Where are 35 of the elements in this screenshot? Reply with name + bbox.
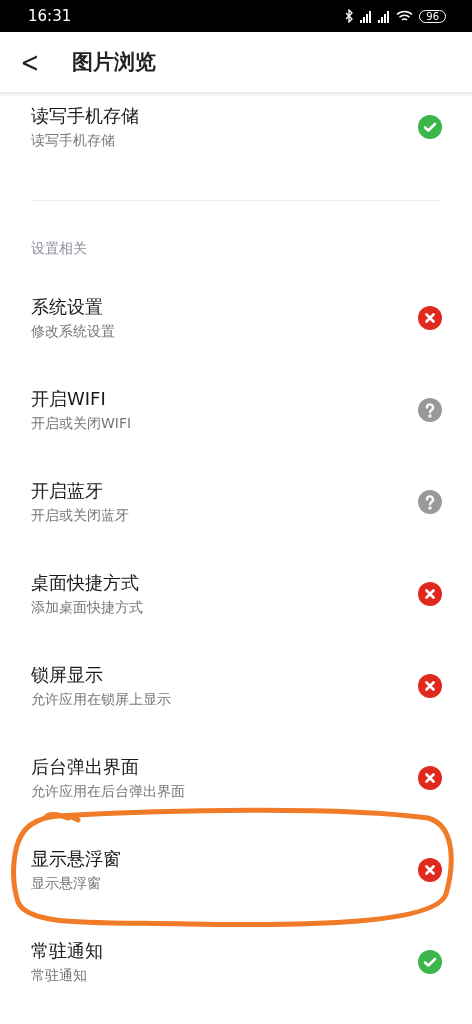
cross-icon: [418, 766, 442, 790]
time: 16:31: [28, 7, 72, 25]
permission-description: 开启或关闭WIFI: [31, 415, 133, 433]
cross-icon: [418, 306, 442, 330]
permission-description: 添加桌面快捷方式: [31, 599, 144, 617]
permission-title: 桌面快捷方式: [31, 571, 140, 595]
question-icon: [418, 398, 442, 422]
cross-icon: [418, 858, 442, 882]
check-icon: [418, 950, 442, 974]
permission-description: 允许应用在锁屏上显示: [31, 691, 172, 709]
cross-icon: [418, 674, 442, 698]
permission-description: 修改系统设置: [31, 323, 116, 341]
permission-description: 开启或关闭蓝牙: [31, 507, 130, 525]
permission-title: 后台弹出界面: [31, 755, 140, 779]
permission-title: 常驻通知: [31, 939, 104, 963]
permission-title: 读写手机存储: [31, 104, 140, 128]
back-button[interactable]: <: [20, 45, 40, 79]
permission-description: 常驻通知: [31, 967, 88, 985]
bluetooth-icon: [345, 9, 355, 23]
permission-title: 显示悬浮窗: [31, 847, 122, 871]
section-label: 设置相关: [31, 240, 87, 258]
wifi-icon: [396, 9, 414, 23]
signal-icon: [360, 11, 373, 23]
permission-title: 锁屏显示: [31, 663, 104, 687]
permission-title: 开启蓝牙: [31, 479, 104, 503]
page-title: 图片浏览: [72, 49, 156, 76]
cross-icon: [418, 582, 442, 606]
question-icon: [418, 490, 442, 514]
signal-icon: [378, 11, 391, 23]
permission-title: 系统设置: [31, 295, 104, 319]
permission-title: 开启WIFI: [31, 387, 107, 411]
permission-description: 读写手机存储: [31, 132, 116, 150]
permission-description: 允许应用在后台弹出界面: [31, 783, 186, 801]
check-icon: [418, 115, 442, 139]
permission-description: 显示悬浮窗: [31, 875, 102, 893]
